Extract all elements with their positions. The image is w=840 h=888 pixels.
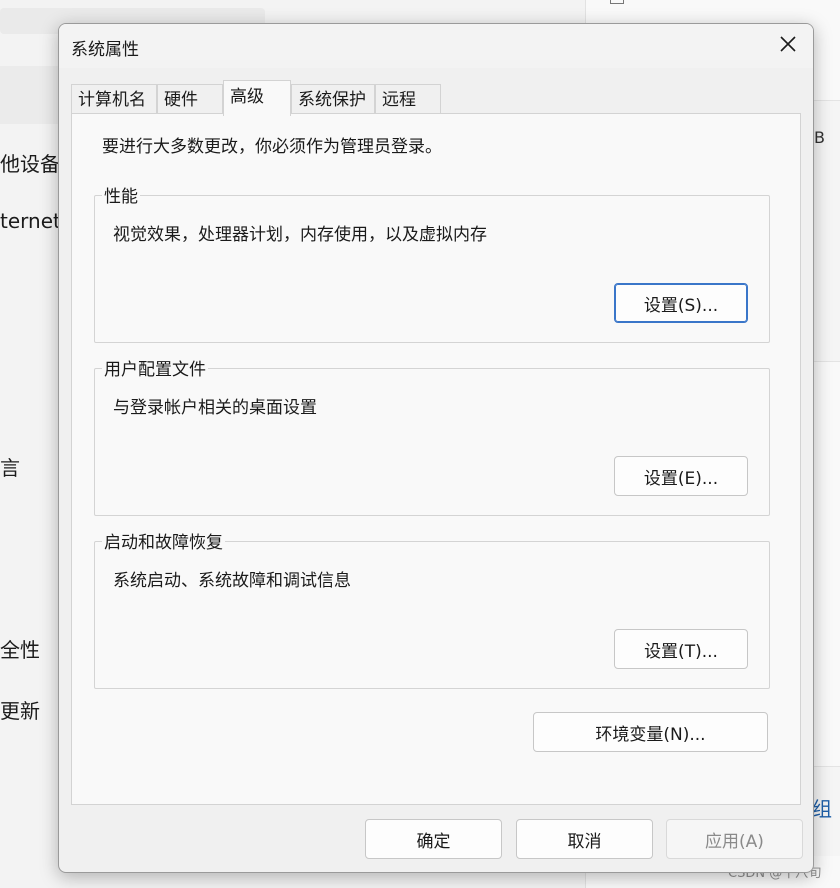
user-profiles-settings-button[interactable]: 设置(E)... [614, 456, 748, 496]
tab-system-protection[interactable]: 系统保护 [291, 84, 375, 115]
background-nav-item[interactable]: 更新 [0, 695, 40, 724]
group-title: 启动和故障恢复 [102, 528, 225, 553]
group-description: 与登录帐户相关的桌面设置 [113, 398, 317, 418]
performance-group: 性能 视觉效果，处理器计划，内存使用，以及虚拟内存 设置(S)... [94, 182, 770, 343]
tab-hardware[interactable]: 硬件 [157, 84, 223, 115]
title-bar[interactable]: 系统属性 [59, 24, 813, 68]
system-properties-dialog: 系统属性 计算机名 硬件 高级 系统保护 远程 要进行大多数更改，你必须作为管理… [58, 23, 814, 873]
cancel-button[interactable]: 取消 [516, 819, 653, 859]
group-description: 视觉效果，处理器计划，内存使用，以及虚拟内存 [113, 225, 487, 245]
performance-settings-button[interactable]: 设置(S)... [614, 283, 748, 323]
startup-recovery-settings-button[interactable]: 设置(T)... [614, 629, 748, 669]
background-window-icon [610, 0, 624, 4]
background-link-text[interactable]: 组 [812, 793, 832, 822]
close-button[interactable] [763, 24, 813, 68]
environment-variables-button[interactable]: 环境变量(N)... [533, 712, 768, 752]
apply-button[interactable]: 应用(A) [666, 819, 803, 859]
background-nav-item[interactable]: ternet [0, 209, 61, 233]
tab-advanced[interactable]: 高级 [223, 80, 291, 116]
close-icon [779, 35, 797, 57]
background-side-text: B [814, 128, 825, 147]
background-nav-item[interactable]: 他设备 [0, 148, 60, 177]
dialog-title: 系统属性 [71, 40, 139, 60]
ok-button[interactable]: 确定 [365, 819, 502, 859]
background-selected-item [0, 66, 60, 124]
startup-recovery-group: 启动和故障恢复 系统启动、系统故障和调试信息 设置(T)... [94, 528, 770, 689]
tab-content-advanced: 要进行大多数更改，你必须作为管理员登录。 性能 视觉效果，处理器计划，内存使用，… [71, 113, 801, 805]
admin-notice: 要进行大多数更改，你必须作为管理员登录。 [102, 137, 442, 157]
user-profiles-group: 用户配置文件 与登录帐户相关的桌面设置 设置(E)... [94, 355, 770, 516]
group-description: 系统启动、系统故障和调试信息 [113, 571, 351, 591]
group-title: 用户配置文件 [102, 355, 208, 380]
group-title: 性能 [102, 182, 140, 207]
tab-remote[interactable]: 远程 [375, 84, 441, 115]
background-nav-item[interactable]: 言 [0, 452, 20, 481]
background-nav-item[interactable]: 全性 [0, 634, 40, 663]
tab-computer-name[interactable]: 计算机名 [71, 84, 157, 115]
